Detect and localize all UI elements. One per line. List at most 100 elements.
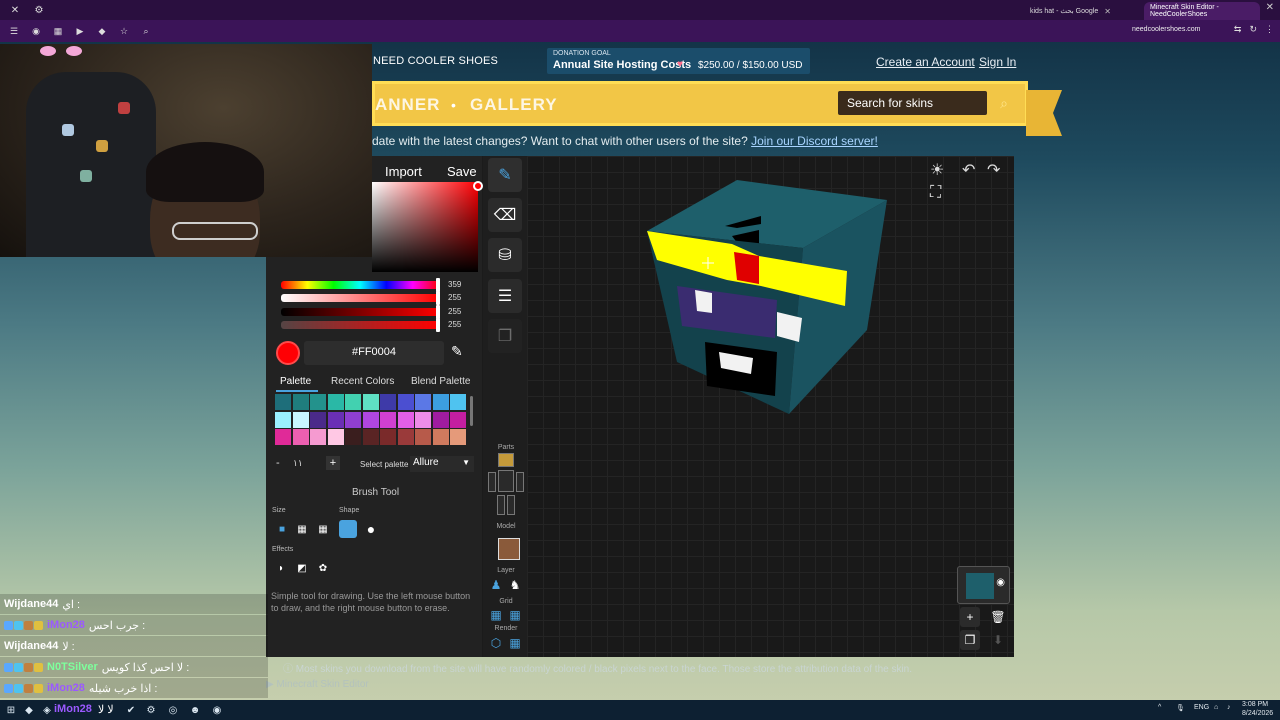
circle-shape-button[interactable]: ● (362, 520, 380, 538)
clone-tool-button[interactable]: ❐ (488, 319, 522, 353)
more-icon[interactable]: ⋮ (1265, 24, 1274, 35)
close-window-icon[interactable]: ✕ (6, 1, 24, 19)
chat-username[interactable]: iMon28 (47, 682, 85, 694)
palette-swatch[interactable] (345, 394, 361, 410)
tabs-icon[interactable]: ⇆ (1234, 24, 1242, 35)
palette-minus-button[interactable]: - (276, 457, 280, 469)
slider-knob[interactable] (436, 278, 440, 292)
nav-gallery-link[interactable]: GALLERY (470, 95, 558, 115)
chevron-up-icon[interactable]: ^ (1158, 704, 1161, 711)
chrome-icon[interactable]: ◉ (210, 703, 224, 717)
redo-icon[interactable]: ↷ (987, 160, 1000, 180)
size-3-button[interactable]: ▦ (314, 520, 332, 538)
nav-banner-link[interactable]: ANNER (375, 95, 440, 115)
part-left-leg[interactable] (507, 495, 515, 515)
duplicate-layer-button[interactable]: ❐ (960, 630, 980, 650)
chat-username[interactable]: iMon28 (47, 619, 85, 631)
checker-effect-icon[interactable]: ◩ (293, 559, 311, 577)
palette-swatch[interactable] (450, 411, 466, 428)
bucket-tool-button[interactable]: ⛁ (488, 238, 522, 272)
import-button[interactable]: Import (385, 164, 422, 179)
clock-time[interactable]: 3:08 PM (1242, 701, 1268, 708)
palette-swatch[interactable] (380, 394, 396, 410)
search-icon[interactable]: ⌕ (993, 91, 1015, 115)
palette-swatch[interactable] (327, 429, 344, 445)
palette-select[interactable]: Allure ▼ (410, 456, 474, 472)
tab-google-search[interactable]: kids hat - بحث Google ✕ (1024, 2, 1134, 20)
app-icon[interactable]: ◆ (22, 703, 36, 717)
render-2d-icon[interactable]: ▦ (507, 635, 523, 651)
shade-effect-icon[interactable]: ◗ (272, 559, 290, 577)
fullscreen-icon[interactable]: ⛶ (930, 184, 941, 202)
part-head[interactable] (498, 453, 514, 467)
tab-blend-palette[interactable]: Blend Palette (411, 376, 471, 387)
play-icon[interactable]: ▶ (72, 23, 88, 39)
palette-swatch[interactable] (275, 429, 291, 445)
palette-swatch[interactable] (415, 411, 431, 428)
palette-swatch[interactable] (432, 411, 449, 428)
palette-swatch[interactable] (380, 411, 396, 428)
current-color-swatch[interactable] (276, 341, 300, 365)
tab-palette[interactable]: Palette (280, 376, 311, 387)
alpha-slider[interactable] (281, 318, 440, 332)
palette-swatch[interactable] (327, 411, 344, 428)
app-icon[interactable]: ◎ (166, 703, 180, 717)
size-2-button[interactable]: ▦ (293, 520, 311, 538)
palette-swatch[interactable] (292, 429, 309, 445)
color-picker-field[interactable] (372, 182, 478, 272)
value-slider[interactable] (281, 305, 440, 319)
save-button[interactable]: Save (447, 164, 477, 179)
palette-effect-icon[interactable]: ✿ (314, 559, 332, 577)
palette-swatch[interactable] (380, 429, 396, 445)
bookmark-icon[interactable]: ☆ (116, 23, 132, 39)
search-input[interactable]: Search for skins (838, 91, 987, 115)
merge-layer-icon[interactable]: ⬇ (988, 630, 1008, 650)
grid-base-icon[interactable]: ▦ (488, 607, 504, 623)
palette-swatch[interactable] (292, 411, 309, 428)
reload-icon[interactable]: ↻ (1249, 24, 1257, 35)
volume-icon[interactable]: ♪ (1227, 704, 1231, 711)
palette-swatch[interactable] (397, 394, 414, 410)
palette-swatch[interactable] (275, 411, 291, 428)
app-icon[interactable]: ◈ (40, 703, 54, 717)
sign-in-link[interactable]: Sign In (979, 55, 1016, 69)
chat-username[interactable]: Wijdane44 (4, 598, 58, 610)
discord-icon[interactable]: ☻ (188, 703, 202, 717)
palette-swatch[interactable] (415, 394, 431, 410)
part-right-leg[interactable] (497, 495, 505, 515)
palette-swatch[interactable] (450, 429, 466, 445)
hue-slider[interactable] (281, 278, 440, 292)
tab-close-icon[interactable]: ✕ (1104, 7, 1111, 16)
3d-viewport[interactable] (527, 156, 1014, 657)
url-text[interactable]: needcoolershoes.com (1132, 26, 1201, 33)
palette-swatch[interactable] (432, 429, 449, 445)
adjust-tool-button[interactable]: ☰ (488, 279, 522, 313)
palette-swatch[interactable] (362, 394, 379, 410)
eye-icon[interactable]: ◉ (996, 577, 1005, 588)
render-3d-icon[interactable]: ⬡ (488, 635, 504, 651)
palette-swatch[interactable] (275, 394, 291, 410)
palette-swatch[interactable] (292, 394, 309, 410)
part-body[interactable] (498, 470, 514, 492)
delete-layer-icon[interactable]: 🗑 (988, 607, 1008, 627)
palette-swatch[interactable] (362, 429, 379, 445)
palette-swatch[interactable] (310, 429, 326, 445)
add-layer-button[interactable]: + (960, 607, 980, 627)
palette-swatch[interactable] (415, 429, 431, 445)
eyedropper-icon[interactable]: ✎ (451, 343, 463, 360)
undo-icon[interactable]: ↶ (962, 160, 975, 180)
chat-username[interactable]: Wijdane44 (4, 640, 58, 652)
create-account-link[interactable]: Create an Account (876, 55, 975, 69)
palette-swatch[interactable] (345, 429, 361, 445)
menu-icon[interactable]: ☰ (6, 23, 22, 39)
palette-swatch[interactable] (310, 411, 326, 428)
discord-link[interactable]: Join our Discord server! (751, 134, 878, 148)
palette-swatch[interactable] (310, 394, 326, 410)
layer-overlay-icon[interactable]: ♞ (507, 577, 523, 593)
language-indicator[interactable]: ENG (1194, 704, 1209, 711)
window-close-icon[interactable]: ✕ (1266, 2, 1274, 13)
tab-skin-editor[interactable]: Minecraft Skin Editor - NeedCoolerShoes (1144, 2, 1260, 20)
settings-icon[interactable]: ⚙ (144, 703, 158, 717)
hex-input[interactable]: #FF0004 (304, 341, 444, 365)
windows-icon[interactable]: ⊞ (4, 703, 18, 717)
